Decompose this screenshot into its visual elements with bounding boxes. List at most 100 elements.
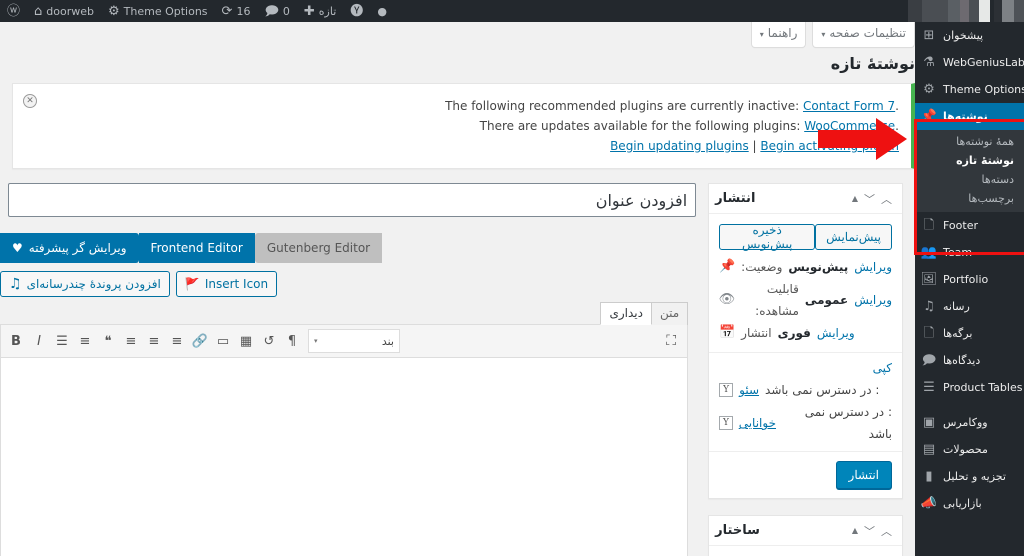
menu-separator xyxy=(915,401,1024,409)
rtl-direction-icon[interactable]: ¶ xyxy=(281,329,303,353)
home-icon: ⌂ xyxy=(34,3,43,19)
screen-options-button[interactable]: تنظیمات صفحه▾ xyxy=(812,22,915,48)
products-icon: ▤ xyxy=(922,442,936,457)
begin-updating-plugins-link[interactable]: Begin updating plugins xyxy=(610,139,749,153)
yoast-seo-row: Y سئو : در دسترس نمی باشد xyxy=(719,379,892,401)
adminbar-theme-options[interactable]: ⚙ Theme Options xyxy=(101,0,215,22)
posts-submenu-item-1[interactable]: نوشتهٔ تازه xyxy=(915,151,1024,170)
editor-content-area[interactable] xyxy=(0,358,689,556)
sidebar-item-label: برگه‌ها xyxy=(943,327,973,340)
adminbar-updates-count: 16 xyxy=(236,4,251,18)
posts-submenu-item-0[interactable]: همهٔ نوشته‌ها xyxy=(915,132,1024,151)
sidebar-item-ووکامرس[interactable]: ▣ ووکامرس xyxy=(915,409,1024,436)
begin-activating-plugin-link[interactable]: Begin activating plugin xyxy=(760,139,899,153)
contact-form-7-link[interactable]: Contact Form 7 xyxy=(803,99,895,113)
posts-submenu: همهٔ نوشته‌ها نوشتهٔ تازه دسته‌ها برچسب‌ها xyxy=(915,130,1024,212)
posts-submenu-item-2[interactable]: دسته‌ها xyxy=(915,170,1024,189)
read-more-icon[interactable]: ▭ xyxy=(212,329,234,353)
adminbar-site-name[interactable]: ⌂ doorweb xyxy=(27,0,101,22)
sidebar-item-webgeniuslab[interactable]: ⚗ WebGeniusLab xyxy=(915,49,1024,76)
undo-icon[interactable]: ↺ xyxy=(258,329,280,353)
yoast-seo-value: : در دسترس نمی باشد xyxy=(765,383,880,397)
copy-heading[interactable]: کپی xyxy=(719,361,892,379)
adminbar-updates[interactable]: ⟳ 16 xyxy=(215,0,258,22)
post-title-input[interactable] xyxy=(8,183,697,217)
align-left-icon[interactable]: ≡ xyxy=(166,329,188,353)
edit-visibility-link[interactable]: ویرایش xyxy=(854,289,892,311)
publish-button[interactable]: انتشار xyxy=(835,461,892,489)
move-down-icon[interactable]: ﹀ xyxy=(864,191,875,207)
post-status-value: پیش‌نویس xyxy=(788,260,849,274)
yoast-readability-link[interactable]: خوانایی xyxy=(739,412,776,434)
admin-content: تنظیمات صفحه▾ راهنما▾ نوشتهٔ تازه ✕ The … xyxy=(0,22,915,556)
people-icon: 👥 xyxy=(920,245,937,260)
adminbar-status-dot[interactable]: ● xyxy=(370,0,394,22)
add-media-button[interactable]: ♫ افزودن پروندهٔ چندرسانه‌ای xyxy=(0,271,170,297)
posts-submenu-item-3[interactable]: برچسب‌ها xyxy=(915,189,1024,208)
sidebar-item-product-tables[interactable]: ☰ Product Tables xyxy=(915,374,1024,401)
insert-icon-button[interactable]: 🚩 Insert Icon xyxy=(175,271,278,297)
sidebar-item-برگه‌ها[interactable]: 🗋 برگه‌ها xyxy=(915,320,1024,347)
preview-button[interactable]: پیش‌نمایش xyxy=(815,224,892,250)
bold-icon[interactable]: B xyxy=(5,329,27,353)
help-button[interactable]: راهنما▾ xyxy=(750,22,807,48)
advanced-editor-button[interactable]: ویرایش گر پیشرفته ♥ xyxy=(0,233,139,263)
tab-visual[interactable]: دیداری xyxy=(600,302,652,325)
format-select[interactable]: بند ▾ xyxy=(308,329,400,353)
sidebar-item-footer[interactable]: 🗋 Footer xyxy=(915,212,1024,239)
blockquote-icon[interactable]: ❝ xyxy=(97,329,119,353)
sidebar-item-رسانه[interactable]: ♫ رسانه xyxy=(915,293,1024,320)
align-center-icon[interactable]: ≡ xyxy=(143,329,165,353)
frontend-editor-button[interactable]: Frontend Editor xyxy=(138,233,255,263)
yoast-seo-link[interactable]: سئو xyxy=(739,379,759,401)
sidebar-item-theme-options[interactable]: ⚙ Theme Options xyxy=(915,76,1024,103)
fullscreen-expand-icon[interactable]: ⛶ xyxy=(659,333,683,349)
align-right-icon[interactable]: ≡ xyxy=(120,329,142,353)
format-metabox-header[interactable]: ساختار ︿ ﹀ ▲ xyxy=(709,516,902,546)
adminbar-comments[interactable]: 🗩 0 xyxy=(257,0,296,22)
publish-metabox-title: انتشار xyxy=(715,191,756,206)
sidebar-item-label: نوشته‌ها xyxy=(943,110,988,123)
advanced-editor-label: ویرایش گر پیشرفته xyxy=(28,241,127,255)
sidebar-item-محصولات[interactable]: ▤ محصولات xyxy=(915,436,1024,463)
italic-icon[interactable]: I xyxy=(28,329,50,353)
edit-schedule-link[interactable]: ویرایش xyxy=(817,322,855,344)
insert-link-icon[interactable]: 🔗 xyxy=(189,329,211,353)
sidebar-item-دیدگاه‌ها[interactable]: 🗩 دیدگاه‌ها xyxy=(915,347,1024,374)
sidebar-item-پیشخوان[interactable]: ⊞ پیشخوان xyxy=(915,22,1024,49)
notice-line-1-suffix: . xyxy=(895,99,899,113)
editor-tabs: متن دیداری xyxy=(0,301,689,325)
yoast-readability-value: : در دسترس نمی باشد xyxy=(804,405,892,441)
save-draft-button[interactable]: ذخیره پیش‌نویس xyxy=(719,223,816,251)
dashboard-icon: ⊞ xyxy=(923,28,935,43)
bulleted-list-icon[interactable]: ☰ xyxy=(51,329,73,353)
toggle-panel-icon[interactable]: ▲ xyxy=(852,194,858,203)
wordpress-logo-icon: ⓦ xyxy=(7,3,21,19)
sidebar-item-بازاریابی[interactable]: 📣 بازاریابی xyxy=(915,490,1024,517)
toggle-panel-icon[interactable]: ▲ xyxy=(852,526,858,535)
adminbar-wp-logo[interactable]: ⓦ xyxy=(0,0,27,22)
tab-text[interactable]: متن xyxy=(650,302,689,325)
numbered-list-icon[interactable]: ≡ xyxy=(74,329,96,353)
dismiss-x-icon[interactable]: ✕ xyxy=(23,94,37,108)
gutenberg-editor-button[interactable]: Gutenberg Editor xyxy=(254,233,383,263)
sidebar-item-label: ووکامرس xyxy=(943,416,988,429)
publish-metabox-header[interactable]: انتشار ︿ ﹀ ▲ xyxy=(709,184,902,214)
help-label: راهنما xyxy=(767,26,798,40)
edit-status-link[interactable]: ویرایش xyxy=(854,256,892,278)
sidebar-item-تجزیه-و-تحلیل[interactable]: ▮ تجزیه و تحلیل xyxy=(915,463,1024,490)
move-up-icon[interactable]: ︿ xyxy=(881,523,892,539)
plugin-notice: ✕ The following recommended plugins are … xyxy=(12,83,915,169)
keyboard-shortcuts-icon[interactable]: ▦ xyxy=(235,329,257,353)
move-up-icon[interactable]: ︿ xyxy=(881,191,892,207)
media-icon: ♫ xyxy=(923,299,935,314)
woocommerce-link[interactable]: WooCommerce xyxy=(804,119,895,133)
move-down-icon[interactable]: ﹀ xyxy=(864,523,875,539)
adminbar-theme-options-label: Theme Options xyxy=(123,4,208,18)
sidebar-item-portfolio[interactable]: 🖼 Portfolio xyxy=(915,266,1024,293)
sidebar-item-team[interactable]: 👥 Team xyxy=(915,239,1024,266)
notice-actions: Begin updating plugins | Begin activatin… xyxy=(25,136,899,156)
adminbar-new-content[interactable]: ✚ تازه xyxy=(297,0,343,22)
sidebar-item-نوشته‌ها[interactable]: 📌 نوشته‌ها xyxy=(915,103,1024,130)
adminbar-yoast-seo[interactable]: 🅨 xyxy=(343,0,370,22)
